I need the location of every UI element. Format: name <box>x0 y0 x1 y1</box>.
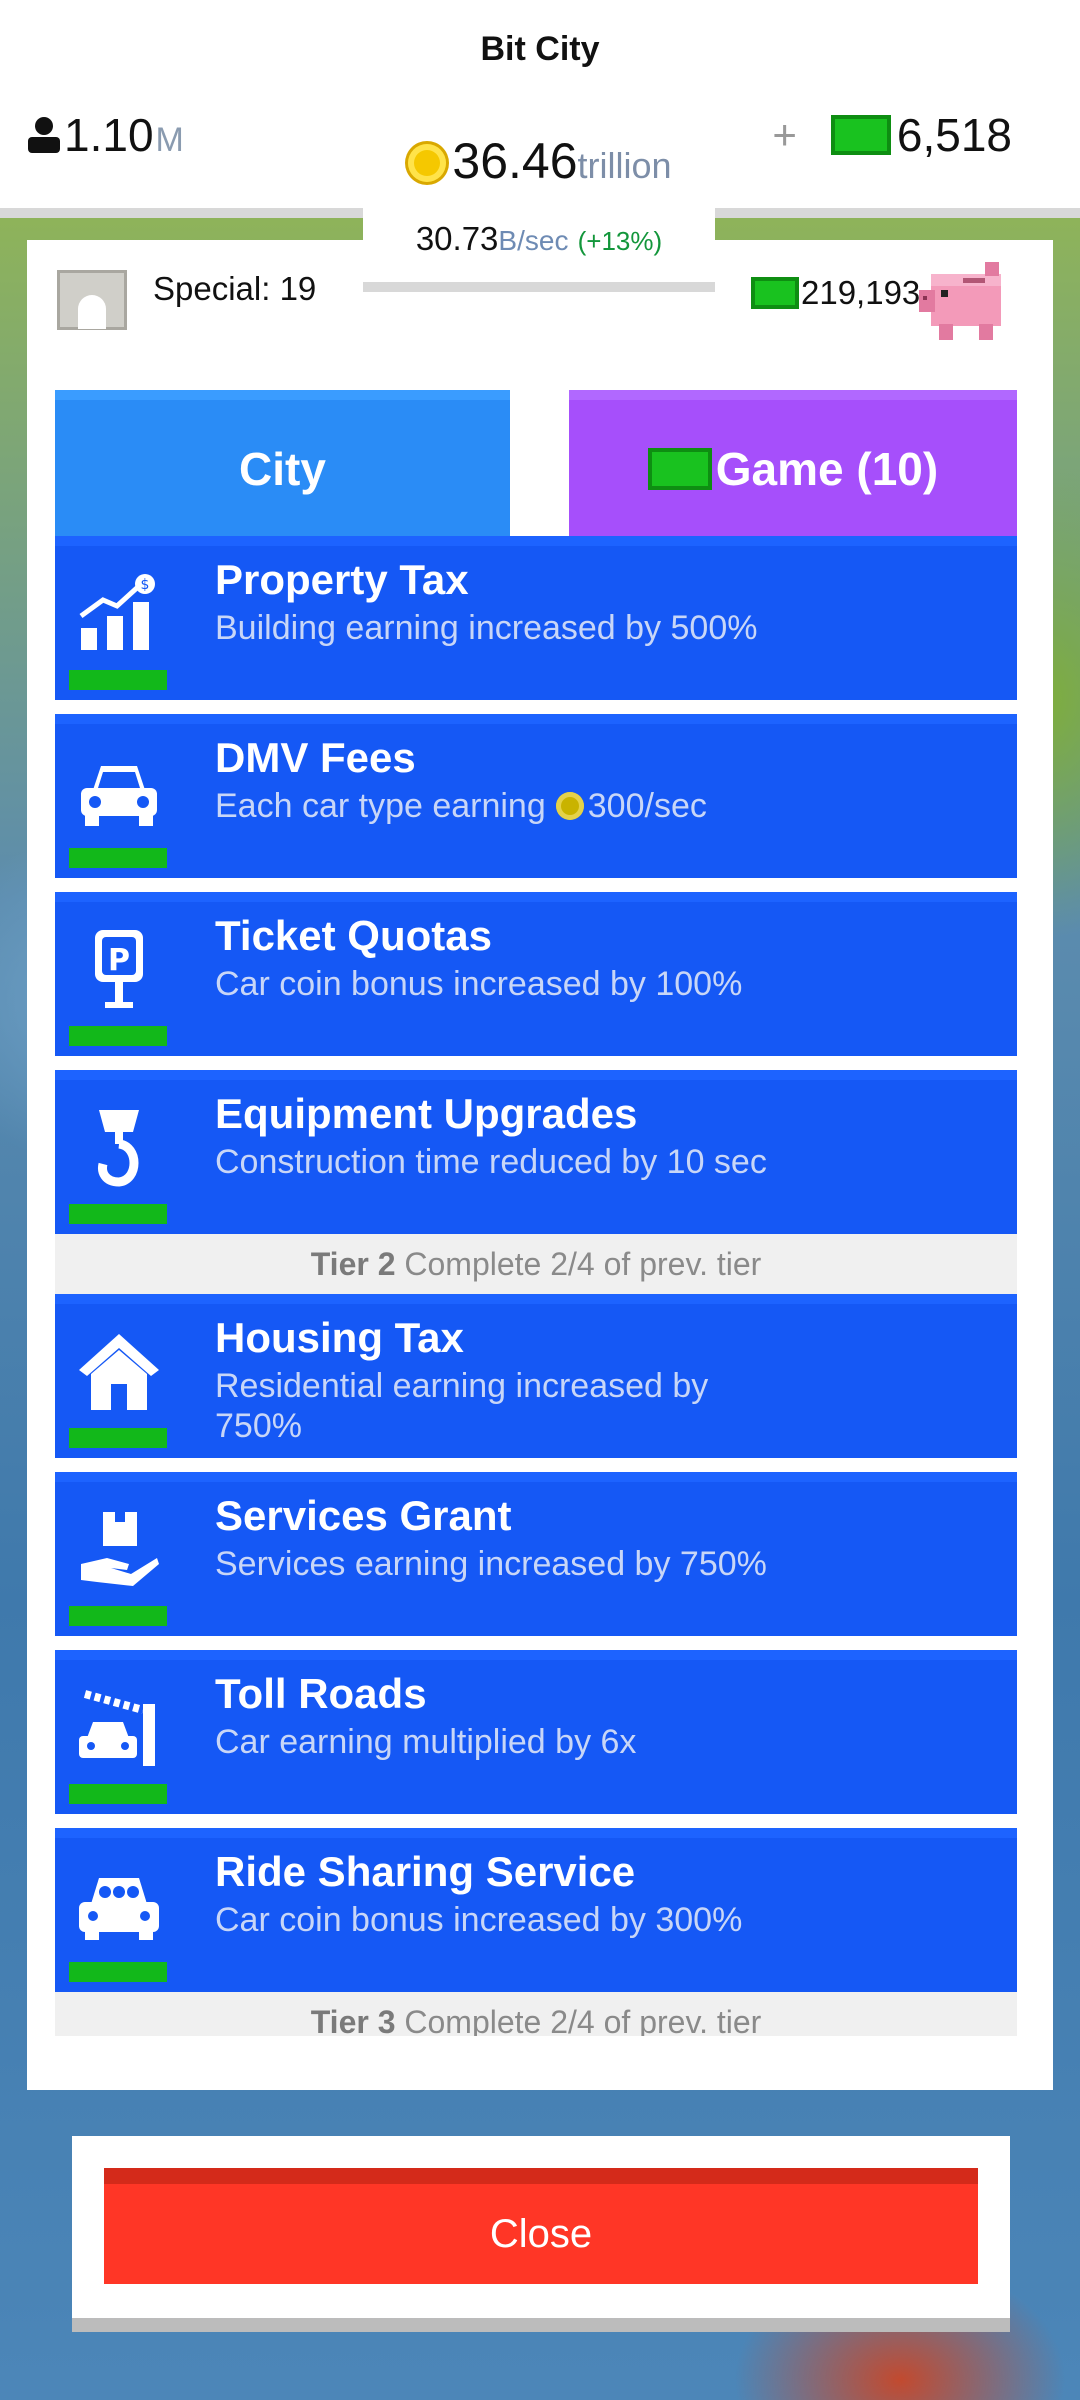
progress-bar <box>69 1784 167 1804</box>
crane-hook-icon <box>98 1110 139 1187</box>
upgrade-card[interactable]: Equipment Upgrades Construction time red… <box>55 1070 1017 1234</box>
rate-unit: B/sec <box>498 225 569 256</box>
progress-bar <box>69 1026 167 1046</box>
cash-icon <box>751 277 799 309</box>
app-title: Bit City <box>480 30 600 68</box>
progress-bar <box>69 670 167 690</box>
chart-up-icon: $ <box>79 574 155 650</box>
cash-icon <box>647 448 712 490</box>
parking-sign-icon: P <box>95 930 143 1008</box>
upgrade-desc: Car earning multiplied by 6x <box>215 1723 637 1761</box>
income-rate: 30.73B/sec (+13%) <box>363 208 715 292</box>
svg-text:$: $ <box>141 577 150 593</box>
toll-gate-icon <box>79 1690 155 1766</box>
upgrade-card[interactable]: Ride Sharing Service Car coin bonus incr… <box>55 1828 1017 1992</box>
upgrade-desc: Residential earning increased by 750% <box>215 1367 709 1445</box>
piggy-bank[interactable]: 219,193 <box>739 240 1053 350</box>
progress-bar <box>69 1204 167 1224</box>
close-container: Close <box>72 2136 1010 2332</box>
progress-bar <box>69 848 167 868</box>
tab-city[interactable]: City <box>55 390 510 538</box>
upgrade-name: Ticket Quotas <box>215 912 492 959</box>
svg-text:P: P <box>108 943 130 978</box>
upgrade-desc: Each car type earning 300/sec <box>215 786 775 826</box>
coin-icon <box>408 144 447 182</box>
upgrade-card[interactable]: Toll Roads Car earning multiplied by 6x <box>55 1650 1017 1814</box>
tier-divider: Tier 3 Complete 2/4 of prev. tier <box>55 1992 1017 2036</box>
upgrades-panel: Special: 19 219,193 City Game (10) $ Pro… <box>27 240 1053 2090</box>
coin-balance: 36.46trillion <box>0 132 1080 190</box>
upgrade-desc: Construction time reduced by 10 sec <box>215 1143 767 1181</box>
rate-bonus: (+13%) <box>577 226 663 256</box>
arch-icon <box>57 270 127 330</box>
progress-bar <box>69 1428 167 1448</box>
upgrade-card[interactable]: Housing Tax Residential earning increase… <box>55 1294 1017 1458</box>
special-buildings[interactable]: Special: 19 <box>27 240 339 350</box>
coin-value: 36.46 <box>452 133 578 189</box>
upgrade-name: Services Grant <box>215 1492 512 1539</box>
upgrade-name: Toll Roads <box>215 1670 427 1717</box>
tier-requirement: Complete 2/4 of prev. tier <box>404 1246 762 1282</box>
upgrade-card[interactable]: DMV Fees Each car type earning 300/sec <box>55 714 1017 878</box>
tier-label: Tier 3 <box>310 2004 396 2036</box>
progress-bar <box>69 1962 167 1982</box>
upgrade-list[interactable]: $ Property Tax Building earning increase… <box>55 536 1017 2036</box>
upgrade-card[interactable]: Services Grant Services earning increase… <box>55 1472 1017 1636</box>
bank-amount: 219,193 <box>801 274 921 311</box>
piggy-bank-icon <box>919 262 1001 340</box>
car-icon <box>81 766 157 826</box>
upgrade-card[interactable]: $ Property Tax Building earning increase… <box>55 536 1017 700</box>
house-icon <box>79 1334 159 1410</box>
upgrade-desc: Car coin bonus increased by 300% <box>215 1901 743 1939</box>
upgrade-name: Ride Sharing Service <box>215 1848 636 1895</box>
upgrade-desc: Services earning increased by 750% <box>215 1545 767 1583</box>
tier-label: Tier 2 <box>310 1246 396 1282</box>
tab-game-label: Game (10) <box>715 443 939 495</box>
special-label: Special: 19 <box>153 270 317 307</box>
upgrade-name: DMV Fees <box>215 734 416 781</box>
rate-value: 30.73 <box>415 220 499 257</box>
desc-suffix: 300/sec <box>587 787 707 825</box>
progress-bar <box>69 1606 167 1626</box>
coin-icon <box>555 792 584 820</box>
upgrade-name: Housing Tax <box>215 1314 464 1361</box>
tab-bar: City Game (10) <box>55 390 1017 538</box>
upgrade-name: Equipment Upgrades <box>215 1090 638 1137</box>
tab-game[interactable]: Game (10) <box>569 390 1017 538</box>
ride-share-icon <box>79 1878 159 1940</box>
upgrade-desc: Building earning increased by 500% <box>215 609 758 647</box>
tier-requirement: Complete 2/4 of prev. tier <box>404 2004 762 2036</box>
hand-box-icon <box>81 1512 159 1586</box>
tier-divider: Tier 2 Complete 2/4 of prev. tier <box>55 1234 1017 1294</box>
upgrade-name: Property Tax <box>215 556 469 603</box>
coin-unit: trillion <box>577 145 672 186</box>
upgrade-desc: Car coin bonus increased by 100% <box>215 965 743 1003</box>
bank-amount-row: 219,193 <box>751 274 920 312</box>
close-button[interactable]: Close <box>104 2168 978 2284</box>
desc-prefix: Each car type earning <box>215 787 546 825</box>
upgrade-card[interactable]: P Ticket Quotas Car coin bonus increased… <box>55 892 1017 1056</box>
